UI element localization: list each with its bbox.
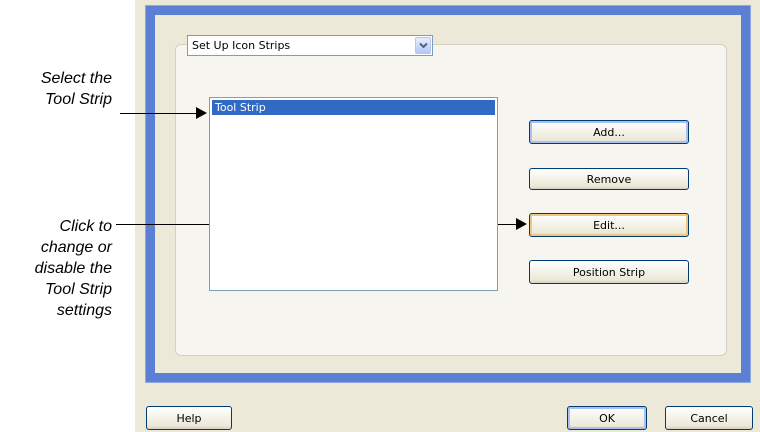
icon-strips-list[interactable]: Tool Strip	[209, 97, 498, 291]
annotation-line: disable the	[34, 260, 112, 277]
annotation-click-edit: Click to change or disable the Tool Stri…	[0, 216, 112, 321]
dropdown-value: Set Up Icon Strips	[192, 39, 291, 52]
annotation-line: change or	[40, 239, 112, 256]
add-button[interactable]: Add...	[529, 120, 689, 144]
remove-button[interactable]: Remove	[529, 168, 689, 190]
position-strip-button[interactable]: Position Strip	[529, 260, 689, 284]
annotation-line: settings	[56, 302, 112, 319]
annotation-line: Select the	[40, 70, 112, 87]
annotation-line: Click to	[59, 218, 112, 235]
ok-button[interactable]: OK	[567, 406, 647, 430]
arrow-edit-head	[516, 218, 527, 230]
cancel-button[interactable]: Cancel	[665, 406, 753, 430]
arrow-select-head	[196, 107, 207, 119]
annotation-select-tool-strip: Select the Tool Strip	[10, 68, 112, 110]
help-button[interactable]: Help	[146, 406, 232, 430]
icon-strips-dropdown[interactable]: Set Up Icon Strips	[187, 35, 433, 56]
annotation-line: Tool Strip	[45, 91, 112, 108]
annotation-line: Tool Strip	[45, 281, 112, 298]
edit-button[interactable]: Edit...	[529, 213, 689, 237]
arrow-select-line	[120, 113, 198, 114]
list-item-tool-strip[interactable]: Tool Strip	[212, 100, 495, 115]
chevron-down-icon[interactable]	[415, 37, 431, 54]
